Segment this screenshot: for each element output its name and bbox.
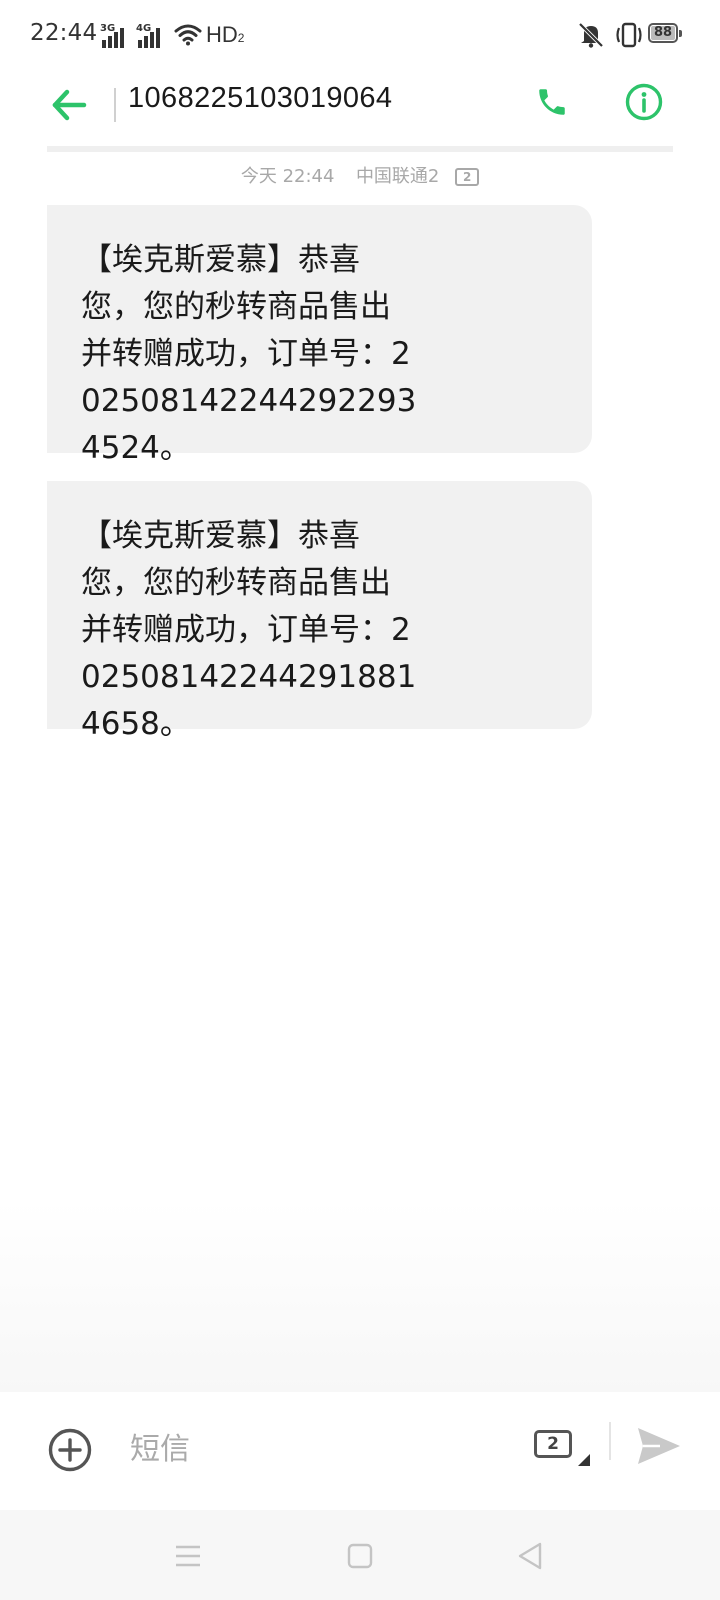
sim-select-button[interactable]: 2: [532, 1426, 596, 1472]
message-composer: 2: [0, 1392, 720, 1510]
wifi-icon: [174, 24, 202, 46]
sim-card-icon: 2: [534, 1430, 572, 1458]
contact-number: 1068225103019064: [128, 82, 393, 114]
message-input[interactable]: [130, 1426, 510, 1472]
message-bubble[interactable]: 【埃克斯爱慕】恭喜您，您的秒转商品售出并转赠成功，订单号：20250814224…: [47, 481, 592, 742]
info-icon: [625, 83, 663, 121]
add-attachment-button[interactable]: [46, 1426, 94, 1474]
status-time: 22:44: [30, 20, 98, 46]
header-divider-bar: [47, 146, 673, 152]
menu-nav-button[interactable]: [168, 1536, 208, 1576]
network-sub: 2: [237, 31, 245, 45]
message-carrier: 中国联通2: [355, 166, 440, 187]
composer-fade: [0, 1200, 720, 1392]
info-button[interactable]: [620, 78, 668, 126]
dropdown-corner-icon: [578, 1454, 590, 1466]
conversation-header: 1068225103019064: [0, 72, 720, 148]
network-label: HD2: [206, 22, 244, 48]
network-type: HD: [206, 22, 238, 47]
status-bar: 22:44 3G 4G HD2 88: [0, 0, 720, 72]
composer-divider: [609, 1422, 611, 1460]
battery-icon: 88: [648, 23, 684, 45]
message-text: 【埃克斯爱慕】恭喜您，您的秒转商品售出并转赠成功，订单号：20250814224…: [81, 518, 417, 742]
message-bubble[interactable]: 【埃克斯爱慕】恭喜您，您的秒转商品售出并转赠成功，订单号：20250814224…: [47, 205, 592, 466]
vibrate-icon: [616, 22, 642, 48]
sim-card-icon: 2: [455, 168, 480, 186]
message-timestamp: 今天 22:44 中国联通2 2: [0, 162, 720, 188]
message-text: 【埃克斯爱慕】恭喜您，您的秒转商品售出并转赠成功，订单号：20250814224…: [81, 242, 417, 466]
header-divider: [114, 88, 116, 122]
battery-level: 88: [653, 25, 673, 40]
send-button[interactable]: [630, 1418, 686, 1474]
call-button[interactable]: [528, 78, 576, 126]
bell-muted-icon: [578, 22, 604, 48]
back-nav-button[interactable]: [510, 1536, 550, 1576]
message-date: 今天 22:44: [240, 166, 335, 187]
signal-strength-icon: 4G: [136, 24, 170, 48]
signal-strength-icon: 3G: [100, 24, 134, 48]
navigation-bar: [0, 1510, 720, 1600]
back-button[interactable]: [44, 80, 94, 130]
phone-icon: [539, 89, 565, 115]
home-nav-button[interactable]: [340, 1536, 380, 1576]
arrow-left-icon: [52, 89, 87, 121]
